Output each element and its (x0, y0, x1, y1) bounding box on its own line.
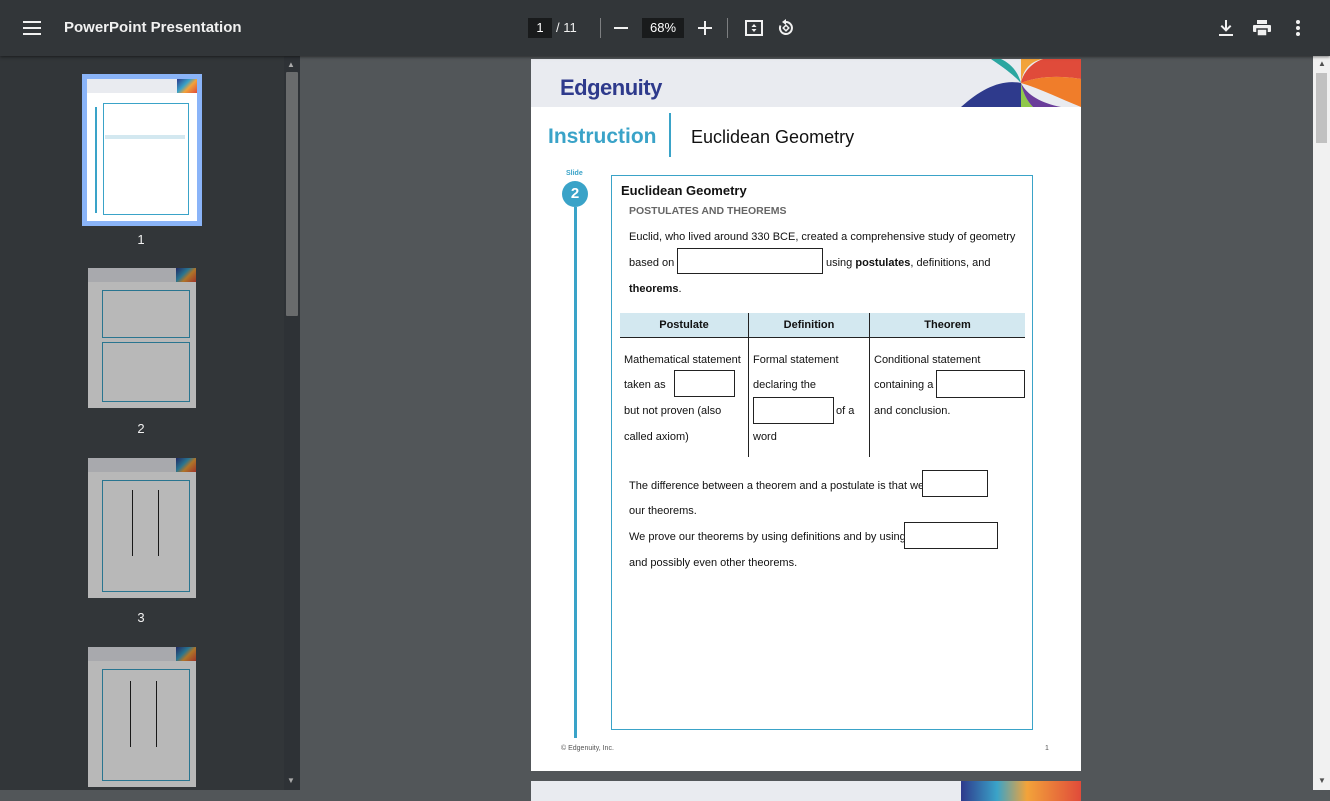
thumbnail-page-3[interactable] (88, 458, 196, 598)
intro-text: Euclid, who lived around 330 BCE, create… (629, 231, 1016, 243)
download-icon[interactable] (1210, 12, 1242, 44)
section-heading: Instruction (548, 125, 657, 148)
page-total: / 11 (556, 20, 577, 35)
box-subtitle: POSTULATES AND THEOREMS (629, 205, 787, 217)
table-rule (620, 337, 1025, 338)
answer-blank-prove[interactable] (904, 522, 998, 549)
sidebar-scrollbar-thumb[interactable] (286, 72, 298, 316)
table-cell: Conditional statement (874, 354, 981, 366)
table-cell: called axiom) (624, 431, 689, 443)
fit-page-icon[interactable] (738, 12, 770, 44)
table-column-divider (869, 313, 870, 457)
rotate-icon[interactable] (770, 12, 802, 44)
intro-text: theorems. (629, 283, 682, 295)
table-cell: containing a (874, 379, 934, 391)
main-scrollbar[interactable] (1313, 56, 1330, 790)
intro-text: based on (629, 257, 675, 269)
document-title: PowerPoint Presentation (64, 19, 242, 36)
answer-blank-postulate[interactable] (674, 370, 735, 397)
intro-text: using postulates, definitions, and (826, 257, 991, 269)
scroll-up-icon[interactable]: ▲ (1318, 59, 1326, 68)
scroll-down-icon[interactable]: ▼ (287, 776, 295, 785)
pdf-toolbar: PowerPoint Presentation 1 / 11 68% (0, 0, 1330, 56)
difference-text: our theorems. (629, 505, 697, 517)
table-column-divider (748, 313, 749, 457)
table-cell: Formal statement (753, 354, 839, 366)
page-number-input[interactable]: 1 (528, 18, 552, 38)
table-cell: declaring the (753, 379, 816, 391)
thumbnail-label-1: 1 (137, 232, 145, 247)
prove-text: We prove our theorems by using definitio… (629, 531, 906, 543)
table-cell: taken as (624, 379, 666, 391)
pdf-page-1: Edgenuity Instruction Euclidean Geometry… (531, 59, 1081, 771)
table-cell: of a (836, 405, 855, 417)
slide-label: Slide (566, 170, 583, 177)
table-cell: and conclusion. (874, 405, 951, 417)
difference-text: The difference between a theorem and a p… (629, 480, 925, 492)
answer-blank-basis[interactable] (677, 248, 823, 274)
scroll-down-icon[interactable]: ▼ (1318, 776, 1326, 785)
table-cell: but not proven (also (624, 405, 722, 417)
zoom-in-icon[interactable] (689, 12, 721, 44)
table-header-theorem: Theorem (870, 313, 1025, 337)
toolbar-divider (600, 18, 601, 38)
print-icon[interactable] (1246, 12, 1278, 44)
timeline-line (574, 207, 577, 738)
thumbnail-page-2[interactable] (88, 268, 196, 408)
scroll-up-icon[interactable]: ▲ (287, 60, 295, 69)
answer-blank-difference[interactable] (922, 470, 988, 497)
zoom-out-icon[interactable] (605, 12, 637, 44)
table-header-postulate: Postulate (620, 313, 748, 337)
copyright-footer: © Edgenuity, Inc. (561, 745, 614, 752)
table-cell: Mathematical statement (624, 354, 741, 366)
thumbnail-page-1[interactable] (82, 74, 202, 226)
pdf-page-2 (531, 781, 1081, 801)
main-scrollbar-thumb[interactable] (1316, 73, 1327, 143)
box-title: Euclidean Geometry (621, 183, 747, 198)
prove-text: and possibly even other theorems. (629, 557, 798, 569)
table-header-definition: Definition (749, 313, 869, 337)
page-footer-number: 1 (1045, 745, 1049, 752)
lesson-title: Euclidean Geometry (691, 127, 855, 147)
decorative-petal-graphic (961, 59, 1081, 107)
answer-blank-definition[interactable] (753, 397, 834, 424)
menu-icon[interactable] (16, 12, 48, 44)
toolbar-divider (727, 18, 728, 38)
heading-divider (669, 113, 671, 157)
slide-number-badge: 2 (562, 181, 588, 207)
thumbnail-label-2: 2 (137, 421, 145, 436)
edgenuity-logo: Edgenuity (560, 75, 662, 100)
thumbnail-page-4[interactable] (88, 647, 196, 787)
zoom-input[interactable]: 68% (642, 18, 684, 38)
thumbnail-label-3: 3 (137, 610, 145, 625)
answer-blank-theorem[interactable] (936, 370, 1025, 398)
thumbnail-sidebar: 1 2 3 ▲ ▼ (0, 56, 300, 790)
table-cell: word (753, 431, 777, 443)
more-icon[interactable] (1282, 12, 1314, 44)
